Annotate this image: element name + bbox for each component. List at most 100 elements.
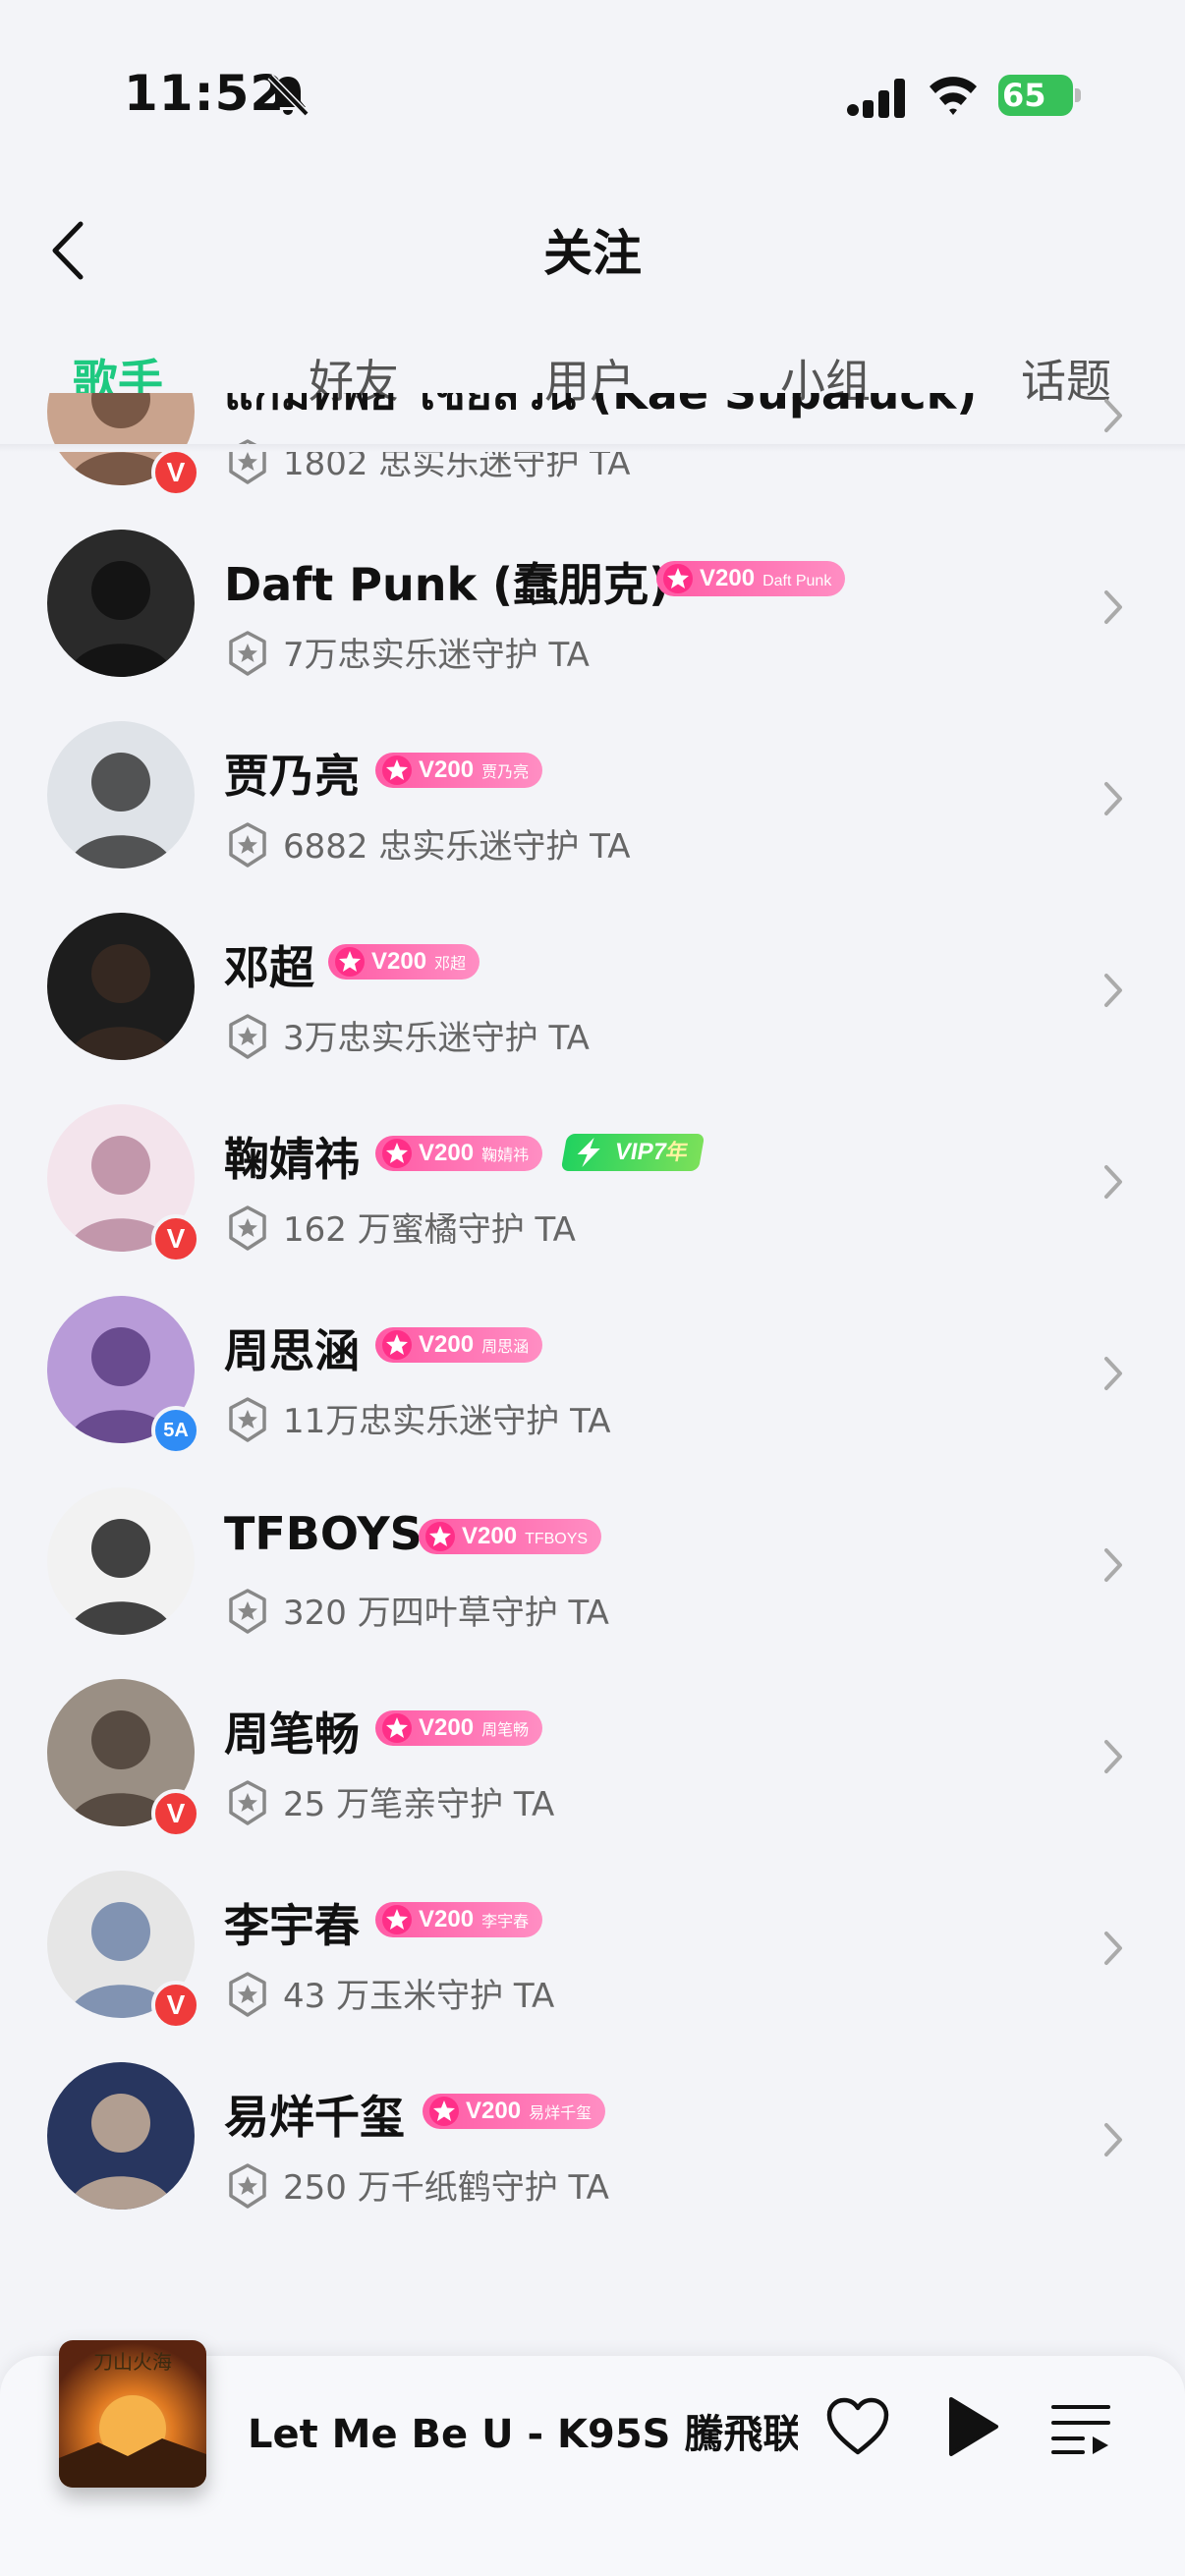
artist-avatar[interactable] (47, 530, 195, 677)
battery-level: 65 (1002, 77, 1046, 114)
badge-level: V200 (462, 1523, 518, 1549)
badge-level: V200 (419, 1331, 475, 1358)
badge-level: V200 (419, 1140, 475, 1166)
fan-level-badge[interactable]: V200 TFBOYS (419, 1519, 602, 1554)
shield-icon (229, 1205, 266, 1251)
chevron-right-icon[interactable] (1099, 1351, 1128, 1396)
badge-level: V200 (419, 756, 475, 783)
vip-level: VIP7 (612, 1139, 669, 1165)
shield-icon (229, 1014, 266, 1059)
artist-name: 邓超 (224, 941, 314, 994)
chevron-right-icon[interactable] (1099, 1734, 1128, 1779)
artist-followers: 3万忠实乐迷守护 TA (283, 1019, 590, 1058)
status-time: 11:52 (124, 65, 286, 122)
fan-level-badge[interactable]: V200 Daft Punk (656, 561, 846, 596)
now-playing-title[interactable]: Let Me Be U - K95S 騰飛联盟 (248, 2402, 798, 2459)
artist-followers: 7万忠实乐迷守护 TA (283, 636, 590, 675)
star-icon (382, 1905, 412, 1934)
verified-badge: 5A (151, 1406, 200, 1455)
artist-followers: 162 万蜜橘守护 TA (283, 1210, 576, 1250)
badge-artist: 邓超 (434, 956, 467, 973)
artist-row[interactable]: 易烊千玺 V200 易烊千玺 250 万千纸鹤守护 TA (0, 2041, 1185, 2232)
chevron-right-icon[interactable] (1099, 968, 1128, 1013)
verified-badge: V (151, 1789, 200, 1838)
artist-row[interactable]: Daft Punk (蠢朋克) V200 Daft Punk 7万忠实乐迷守护 T… (0, 508, 1185, 700)
signal-icon (847, 79, 905, 118)
shield-icon (229, 822, 266, 868)
artist-row[interactable]: 贾乃亮 V200 贾乃亮 6882 忠实乐迷守护 TA (0, 700, 1185, 891)
artist-followers: 320 万四叶草守护 TA (283, 1594, 609, 1633)
fan-level-badge[interactable]: V200 邓超 (328, 944, 480, 980)
star-icon (382, 1330, 412, 1360)
vip-badge[interactable]: VIP7年 (560, 1134, 705, 1171)
artist-name: แก้มทิพย์ ไชยสวน (Kae Supaluck) (224, 393, 978, 420)
play-icon[interactable] (945, 2395, 1000, 2458)
bolt-icon (577, 1138, 600, 1167)
chevron-right-icon[interactable] (1099, 393, 1128, 438)
heart-icon[interactable] (825, 2397, 890, 2456)
artist-avatar[interactable] (47, 721, 195, 868)
wifi-icon (930, 77, 977, 115)
badge-artist: 李宇春 (481, 1914, 530, 1931)
verified-badge: V (151, 448, 200, 497)
badge-level: V200 (466, 2098, 522, 2124)
fan-level-badge[interactable]: V200 周思涵 (375, 1327, 543, 1363)
artist-row[interactable]: V 鞠婧祎 V200 鞠婧祎 VIP7年 162 万蜜橘守护 TA (0, 1083, 1185, 1274)
artist-avatar[interactable] (47, 1487, 195, 1635)
badge-artist: 周笔畅 (481, 1722, 530, 1739)
badge-level: V200 (419, 1714, 475, 1741)
shield-icon (229, 1589, 266, 1634)
shield-icon (229, 1780, 266, 1825)
fan-level-badge[interactable]: V200 贾乃亮 (375, 753, 543, 788)
chevron-right-icon[interactable] (1099, 585, 1128, 630)
badge-artist: Daft Punk (762, 573, 832, 589)
album-cover[interactable]: 刀山火海 (59, 2340, 206, 2488)
artist-name: 易烊千玺 (224, 2091, 405, 2144)
artist-name: 周笔畅 (224, 1708, 360, 1761)
fan-level-badge[interactable]: V200 周笔畅 (375, 1710, 543, 1746)
cover-title: 刀山火海 (93, 2350, 172, 2374)
badge-level: V200 (419, 1906, 475, 1932)
tab-divider (0, 444, 1185, 452)
artist-followers: 6882 忠实乐迷守护 TA (283, 827, 631, 867)
star-icon (429, 2097, 459, 2126)
badge-artist: 易烊千玺 (529, 2105, 592, 2122)
chevron-right-icon[interactable] (1099, 776, 1128, 821)
artist-row[interactable]: V 李宇春 V200 李宇春 43 万玉米守护 TA (0, 1849, 1185, 2041)
artist-row[interactable]: 5A 周思涵 V200 周思涵 11万忠实乐迷守护 TA (0, 1274, 1185, 1466)
star-icon (335, 947, 365, 977)
chevron-right-icon[interactable] (1099, 2117, 1128, 2162)
artist-row[interactable]: TFBOYS V200 TFBOYS 320 万四叶草守护 TA (0, 1466, 1185, 1657)
bell-slash-icon (267, 74, 310, 117)
artist-avatar[interactable] (47, 2062, 195, 2210)
artist-row[interactable]: 邓超 V200 邓超 3万忠实乐迷守护 TA (0, 891, 1185, 1083)
playlist-icon[interactable] (1049, 2401, 1112, 2456)
chevron-right-icon[interactable] (1099, 1542, 1128, 1588)
star-icon (382, 1139, 412, 1168)
chevron-right-icon[interactable] (1099, 1926, 1128, 1971)
fan-level-badge[interactable]: V200 鞠婧祎 (375, 1136, 543, 1171)
shield-icon (229, 631, 266, 676)
artist-name: 鞠婧祎 (224, 1133, 360, 1186)
star-icon (382, 756, 412, 785)
star-icon (425, 1522, 455, 1551)
artist-list: V แก้มทิพย์ ไชยสวน (Kae Supaluck) 1802 忠实… (0, 393, 1185, 2289)
badge-artist: 鞠婧祎 (481, 1148, 530, 1164)
badge-artist: 贾乃亮 (481, 764, 530, 781)
artist-followers: 43 万玉米守护 TA (283, 1977, 555, 2016)
status-bar: 11:52 65 (0, 0, 1185, 187)
star-icon (663, 564, 693, 593)
artist-row[interactable]: V 周笔畅 V200 周笔畅 25 万笔亲守护 TA (0, 1657, 1185, 1849)
artist-followers: 25 万笔亲守护 TA (283, 1785, 555, 1824)
badge-level: V200 (700, 565, 756, 591)
fan-level-badge[interactable]: V200 易烊千玺 (423, 2094, 606, 2129)
star-icon (382, 1713, 412, 1743)
chevron-right-icon[interactable] (1099, 1159, 1128, 1204)
badge-level: V200 (371, 948, 427, 975)
fan-level-badge[interactable]: V200 李宇春 (375, 1902, 543, 1937)
verified-badge: V (151, 1214, 200, 1263)
artist-avatar[interactable] (47, 913, 195, 1060)
shield-icon (229, 1972, 266, 2017)
badge-artist: TFBOYS (525, 1531, 589, 1547)
shield-icon (229, 1397, 266, 1442)
